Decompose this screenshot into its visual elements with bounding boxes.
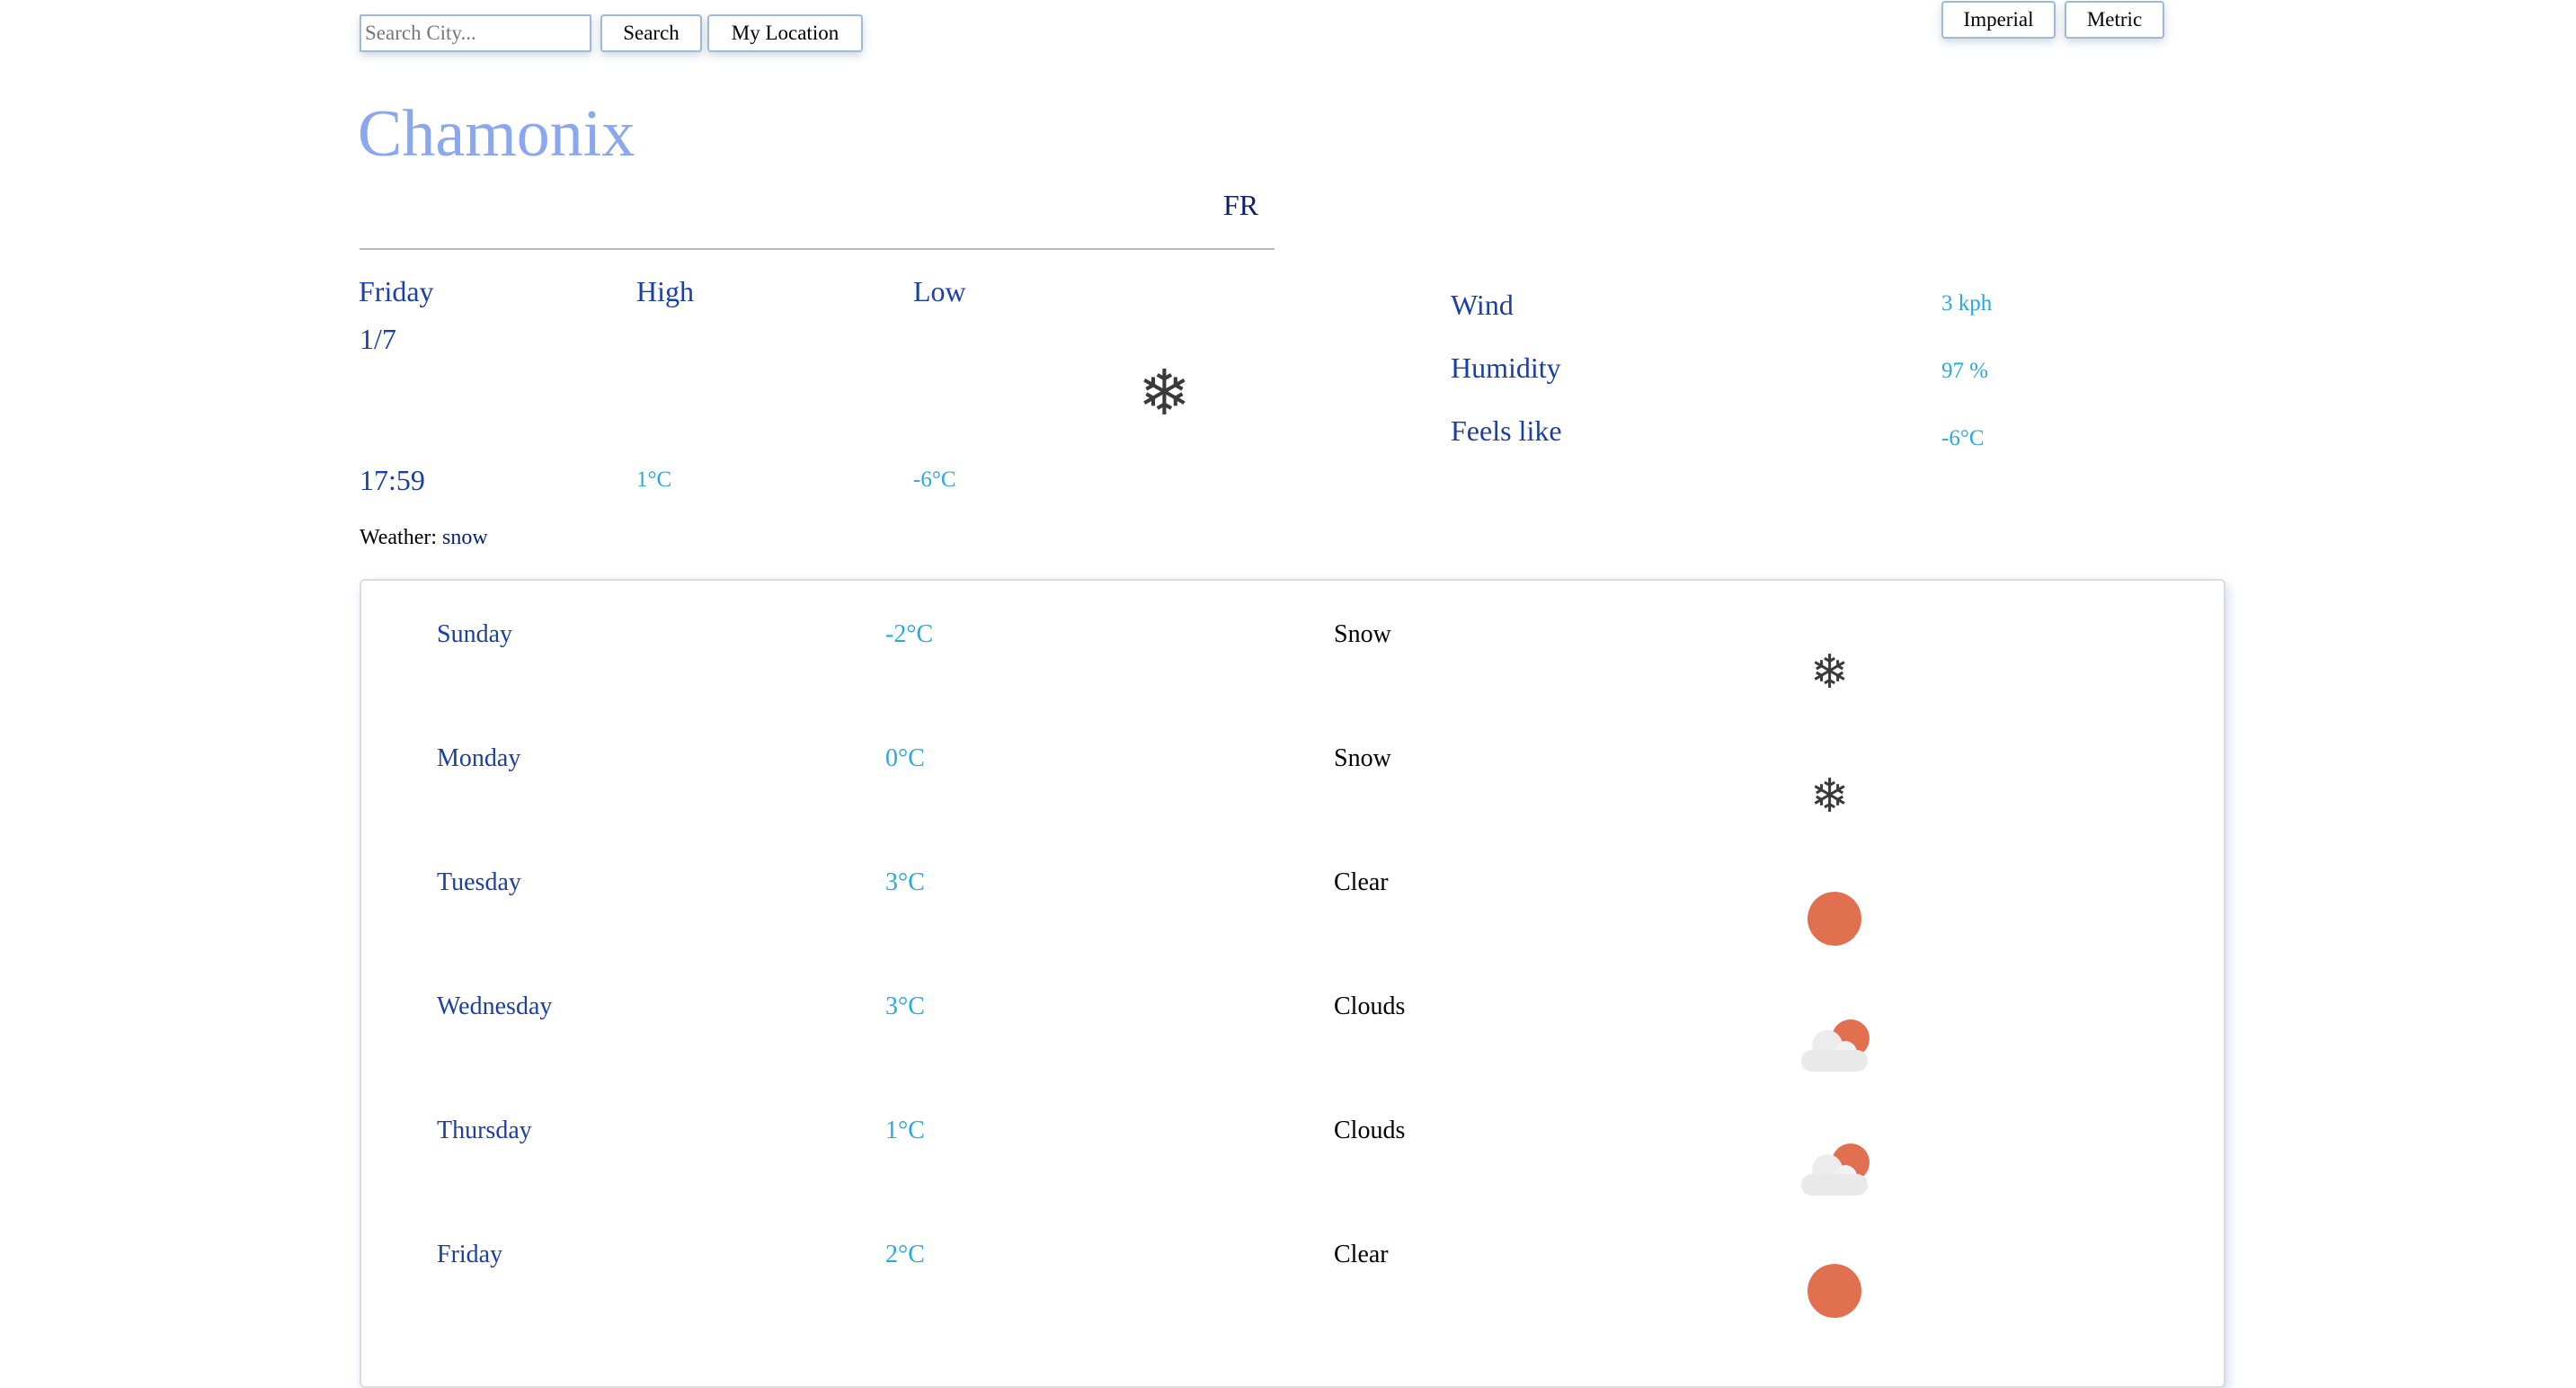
forecast-condition: Clear — [1334, 868, 1389, 896]
partly-cloudy-icon — [1794, 1019, 1870, 1073]
sun-icon — [1808, 892, 1861, 946]
forecast-temp: 3°C — [885, 992, 925, 1020]
search-input[interactable] — [360, 14, 591, 52]
wind-label: Wind — [1451, 289, 1514, 321]
imperial-units-button[interactable]: Imperial — [1941, 1, 2056, 39]
forecast-day: Wednesday — [437, 992, 553, 1020]
feels-like-value: -6°C — [1941, 426, 1985, 450]
my-location-button[interactable]: My Location — [707, 14, 863, 52]
snowflake-icon: ❄ — [1138, 356, 1191, 430]
country-code: FR — [1223, 189, 1259, 221]
forecast-day: Thursday — [437, 1117, 532, 1144]
forecast-condition: Snow — [1334, 744, 1391, 772]
low-value: -6°C — [913, 467, 956, 492]
high-label: High — [636, 275, 694, 307]
forecast-condition: Clouds — [1334, 1117, 1406, 1144]
current-day: Friday — [359, 275, 434, 307]
current-time: 17:59 — [360, 464, 425, 496]
forecast-temp: 1°C — [885, 1117, 925, 1144]
current-date: 1/7 — [360, 323, 396, 355]
snowflake-icon: ❄ — [1810, 645, 1850, 699]
forecast-temp: -2°C — [885, 620, 934, 648]
forecast-day: Sunday — [437, 620, 512, 648]
forecast-condition: Clouds — [1334, 992, 1406, 1020]
forecast-day: Friday — [437, 1241, 503, 1268]
partly-cloudy-icon — [1794, 1143, 1870, 1197]
low-label: Low — [913, 275, 966, 307]
forecast-condition: Snow — [1334, 620, 1391, 648]
high-value: 1°C — [636, 467, 672, 492]
city-name: Chamonix — [358, 97, 635, 171]
divider — [360, 248, 1275, 250]
forecast-temp: 2°C — [885, 1241, 925, 1268]
weather-value: snow — [442, 526, 488, 549]
feels-like-label: Feels like — [1451, 414, 1562, 447]
search-button[interactable]: Search — [600, 14, 702, 52]
weather-label: Weather: — [360, 526, 438, 549]
humidity-value: 97 % — [1941, 359, 1989, 383]
metric-units-button[interactable]: Metric — [2065, 1, 2164, 39]
sun-icon — [1808, 1264, 1861, 1318]
forecast-temp: 0°C — [885, 744, 925, 772]
wind-value: 3 kph — [1941, 291, 1993, 316]
humidity-label: Humidity — [1451, 351, 1561, 384]
forecast-day: Monday — [437, 744, 521, 772]
forecast-panel: Sunday -2°C Snow ❄ Monday 0°C Snow ❄ Tue… — [360, 579, 2225, 1388]
snowflake-icon: ❄ — [1810, 770, 1850, 823]
forecast-day: Tuesday — [437, 868, 521, 896]
forecast-temp: 3°C — [885, 868, 925, 896]
forecast-condition: Clear — [1334, 1241, 1389, 1268]
weather-description: Weather: snow — [360, 527, 488, 548]
